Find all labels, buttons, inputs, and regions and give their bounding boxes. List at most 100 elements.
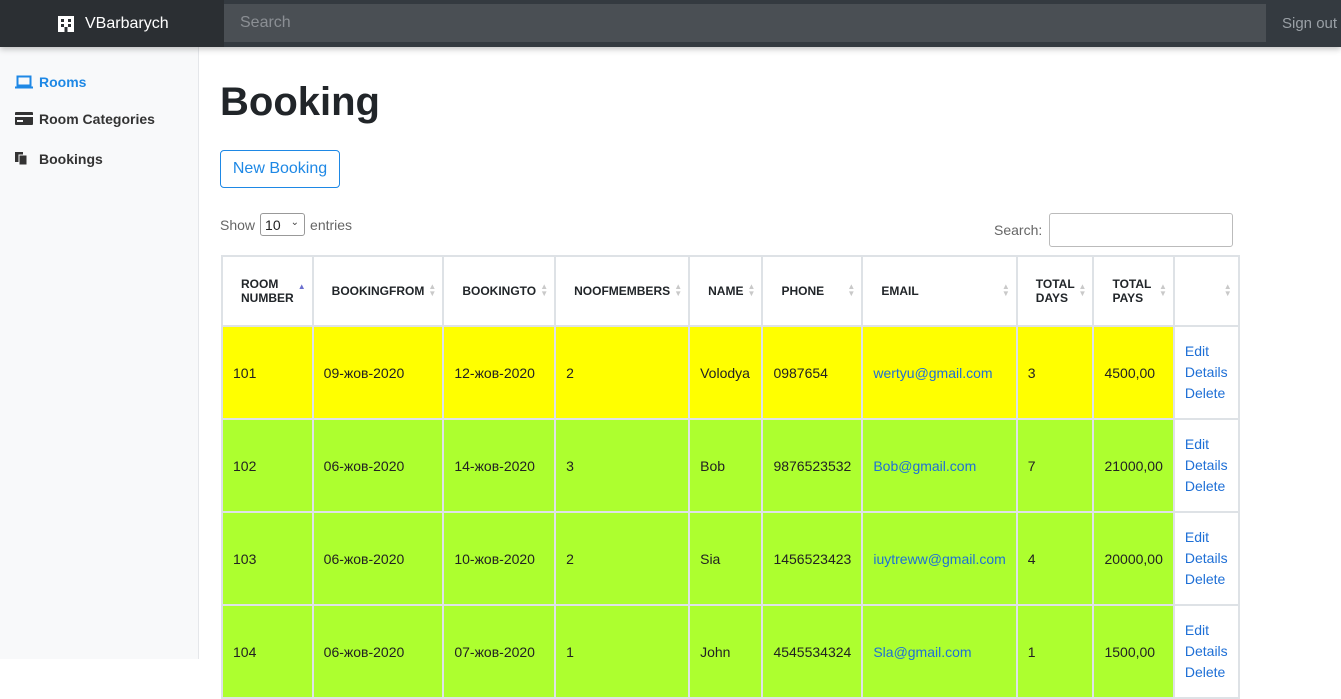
sidebar-item-bookings[interactable]: Bookings xyxy=(15,151,103,167)
sort-icon: ▲ ▼ xyxy=(747,282,756,298)
new-booking-button[interactable]: New Booking xyxy=(220,150,340,188)
table-cell-to: 12-жов-2020 xyxy=(442,325,557,420)
email-link[interactable]: Sla@gmail.com xyxy=(873,644,971,660)
brand[interactable]: VBarbarych xyxy=(0,0,224,47)
table-cell-pays: 4500,00 xyxy=(1092,325,1175,420)
sidebar-item-label: Bookings xyxy=(39,151,103,167)
table-cell-members: 3 xyxy=(554,418,691,513)
table-cell-phone: 1456523423 xyxy=(761,511,864,606)
table-cell-days: 1 xyxy=(1015,604,1095,699)
table-cell-from: 06-жов-2020 xyxy=(311,418,445,513)
column-header[interactable]: BOOKINGTO ▲ ▼ xyxy=(442,255,557,327)
email-link[interactable]: iuytreww@gmail.com xyxy=(873,551,1005,567)
top-search-input[interactable]: Search xyxy=(224,4,1266,42)
table-cell-actions: Edit Details Delete xyxy=(1172,511,1240,606)
table-cell-actions: Edit Details Delete xyxy=(1172,325,1240,420)
table-search-label: Search: xyxy=(994,222,1043,238)
table-cell-phone: 4545534324 xyxy=(761,604,864,699)
sort-icon: ▲ ▼ xyxy=(1078,282,1087,298)
entries-select[interactable]: 10 ⌄ xyxy=(260,213,306,236)
edit-link[interactable]: Edit xyxy=(1185,620,1228,641)
table-cell-actions: Edit Details Delete xyxy=(1172,418,1240,513)
sort-icon: ▲ ▼ xyxy=(1158,282,1167,298)
column-header[interactable]: ▲ ▼ xyxy=(1172,255,1240,327)
page-title: Booking xyxy=(220,80,380,124)
details-link[interactable]: Details xyxy=(1185,455,1228,476)
table-cell-actions: Edit Details Delete xyxy=(1172,604,1240,699)
table-cell-from: 09-жов-2020 xyxy=(311,325,445,420)
sort-icon: ▲ ▼ xyxy=(847,282,856,298)
delete-link[interactable]: Delete xyxy=(1185,569,1228,590)
copy-icon xyxy=(15,152,33,166)
column-header[interactable]: EMAIL ▲ ▼ xyxy=(861,255,1018,327)
table-cell-members: 2 xyxy=(554,325,691,420)
table-cell-phone: 9876523532 xyxy=(761,418,864,513)
sidebar-item-label: Rooms xyxy=(39,74,87,90)
column-header-label: ROOM NUMBER xyxy=(241,277,294,305)
table-cell-room: 102 xyxy=(221,418,314,513)
laptop-icon xyxy=(15,75,33,89)
column-header[interactable]: TOTAL PAYS ▲ ▼ xyxy=(1092,255,1175,327)
table-row: 103 06-жов-2020 10-жов-2020 2 Sia 1456523423 i… xyxy=(221,511,1240,606)
column-header-label: BOOKINGFROM xyxy=(331,284,425,298)
sort-icon: ▲ ▼ xyxy=(1223,282,1232,298)
details-link[interactable]: Details xyxy=(1185,548,1228,569)
table-cell-name: Volodya xyxy=(688,325,764,420)
sidebar-item-rooms[interactable]: Rooms xyxy=(15,74,86,90)
show-label: Show xyxy=(220,216,256,233)
column-header[interactable]: TOTAL DAYS ▲ ▼ xyxy=(1015,255,1095,327)
column-header-label: BOOKINGTO xyxy=(462,284,537,298)
brand-name: VBarbarych xyxy=(85,14,169,32)
sort-icon: ▲ xyxy=(297,282,306,291)
column-header[interactable]: PHONE ▲ ▼ xyxy=(761,255,864,327)
table-cell-to: 10-жов-2020 xyxy=(442,511,557,606)
sign-out-link[interactable]: Sign out xyxy=(1282,15,1337,32)
edit-link[interactable]: Edit xyxy=(1185,434,1228,455)
column-header-label: TOTAL PAYS xyxy=(1112,277,1152,305)
details-link[interactable]: Details xyxy=(1185,362,1228,383)
chevron-down-icon: ⌄ xyxy=(290,217,300,228)
email-link[interactable]: Bob@gmail.com xyxy=(873,458,976,474)
table-cell-from: 06-жов-2020 xyxy=(311,604,445,699)
table-cell-name: Bob xyxy=(688,418,764,513)
edit-link[interactable]: Edit xyxy=(1185,527,1228,548)
table-cell-email[interactable]: iuytreww@gmail.com xyxy=(861,511,1018,606)
card-icon xyxy=(15,112,33,126)
top-search-placeholder: Search xyxy=(240,14,291,31)
table-row: 102 06-жов-2020 14-жов-2020 3 Bob 9876523532 B… xyxy=(221,418,1240,513)
table-cell-to: 14-жов-2020 xyxy=(442,418,557,513)
table-cell-email[interactable]: Bob@gmail.com xyxy=(861,418,1018,513)
table-cell-email[interactable]: wertyu@gmail.com xyxy=(861,325,1018,420)
top-navbar: VBarbarych Search Sign out xyxy=(0,0,1341,47)
sidebar: Rooms Room Categories Bookings xyxy=(0,47,199,659)
column-header[interactable]: ROOM NUMBER ▲ xyxy=(221,255,314,327)
entries-label: entries xyxy=(310,216,353,233)
delete-link[interactable]: Delete xyxy=(1185,383,1228,404)
building-icon xyxy=(57,15,75,32)
table-row: 104 06-жов-2020 07-жов-2020 1 John 4545534324… xyxy=(221,604,1240,699)
table-cell-members: 2 xyxy=(554,511,691,606)
table-cell-room: 101 xyxy=(221,325,314,420)
sort-icon: ▲ ▼ xyxy=(540,282,549,298)
table-cell-email[interactable]: Sla@gmail.com xyxy=(861,604,1018,699)
delete-link[interactable]: Delete xyxy=(1185,476,1228,497)
edit-link[interactable]: Edit xyxy=(1185,341,1228,362)
table-header-row: ROOM NUMBER ▲ BOOKINGFROM ▲ ▼ BOOKINGTO ▲ ▼ N… xyxy=(221,255,1240,327)
table-search-input[interactable] xyxy=(1049,213,1234,247)
column-header-label: PHONE xyxy=(781,284,825,298)
delete-link[interactable]: Delete xyxy=(1185,662,1228,683)
table-cell-days: 7 xyxy=(1015,418,1095,513)
table-cell-room: 103 xyxy=(221,511,314,606)
column-header[interactable]: BOOKINGFROM ▲ ▼ xyxy=(311,255,445,327)
email-link[interactable]: wertyu@gmail.com xyxy=(873,365,992,381)
table-cell-room: 104 xyxy=(221,604,314,699)
table-cell-pays: 21000,00 xyxy=(1092,418,1175,513)
sidebar-item-room-categories[interactable]: Room Categories xyxy=(15,111,155,127)
entries-length-control: Show 10 ⌄ entries xyxy=(220,213,352,236)
column-header-label: NOOFMEMBERS xyxy=(574,284,671,298)
column-header[interactable]: NOOFMEMBERS ▲ ▼ xyxy=(554,255,691,327)
table-cell-name: John xyxy=(688,604,764,699)
column-header[interactable]: NAME ▲ ▼ xyxy=(688,255,764,327)
column-header-label: TOTAL DAYS xyxy=(1035,277,1075,305)
table-cell-phone: 0987654 xyxy=(761,325,864,420)
